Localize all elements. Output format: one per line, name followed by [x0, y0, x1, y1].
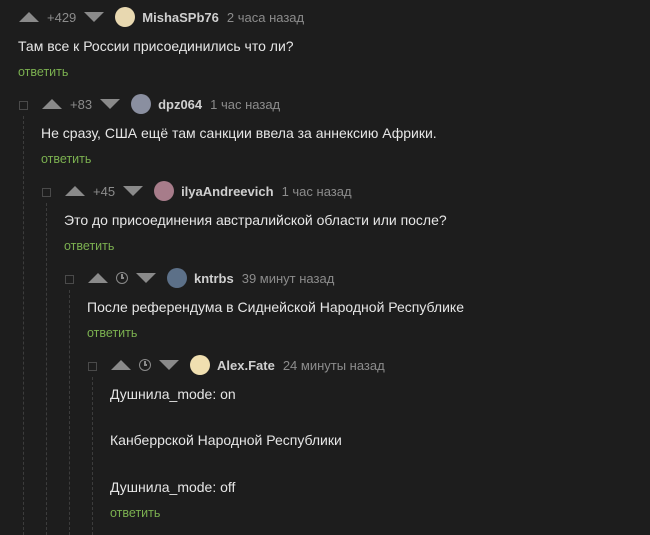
thread-line[interactable]: [23, 116, 25, 535]
collapse-toggle[interactable]: [65, 275, 74, 284]
clock-icon: [139, 359, 151, 371]
comment-rating: +83: [70, 96, 93, 112]
clock-icon: [116, 272, 128, 284]
comment-text-line-3: Душнила_mode: off: [110, 479, 236, 495]
username[interactable]: dpz064: [158, 97, 202, 112]
thread-line[interactable]: [92, 377, 94, 535]
comment-time[interactable]: 1 час назад: [210, 97, 280, 112]
comment-text: После референдума в Сиднейской Народной …: [87, 299, 464, 315]
thread-line[interactable]: [46, 203, 48, 535]
upvote-icon[interactable]: [111, 360, 131, 370]
upvote-icon[interactable]: [42, 99, 62, 109]
upvote-icon[interactable]: [88, 273, 108, 283]
comment-header: +83 dpz064 1 час назад: [42, 94, 280, 114]
reply-link[interactable]: ответить: [110, 506, 160, 520]
comment-text: Это до присоединения австралийской облас…: [64, 212, 447, 228]
avatar[interactable]: [131, 94, 152, 114]
comment-text-line-2: Канберрской Народной Республики: [110, 432, 342, 448]
comment-header: +45 ilyaAndreevich 1 час назад: [65, 181, 352, 201]
collapse-toggle[interactable]: [88, 362, 97, 371]
comment-time[interactable]: 39 минут назад: [242, 271, 335, 286]
comment-header: Alex.Fate 24 минуты назад: [111, 355, 385, 375]
comment-header: kntrbs 39 минут назад: [88, 268, 334, 288]
downvote-icon[interactable]: [100, 99, 121, 109]
comment-time[interactable]: 2 часа назад: [227, 10, 304, 25]
comment-rating: +429: [47, 9, 77, 25]
downvote-icon[interactable]: [123, 186, 144, 196]
thread-line[interactable]: [69, 290, 71, 535]
comment-header: +429 MishaSPb76 2 часа назад: [19, 7, 304, 27]
downvote-icon[interactable]: [84, 12, 105, 22]
avatar[interactable]: [154, 181, 175, 201]
reply-link[interactable]: ответить: [18, 65, 68, 79]
username[interactable]: kntrbs: [194, 271, 234, 286]
reply-link[interactable]: ответить: [87, 326, 137, 340]
upvote-icon[interactable]: [65, 186, 85, 196]
avatar[interactable]: [190, 355, 210, 375]
downvote-icon[interactable]: [136, 273, 156, 283]
comment-text-line-1: Душнила_mode: on: [110, 386, 236, 402]
collapse-toggle[interactable]: [19, 101, 28, 110]
avatar[interactable]: [167, 268, 187, 288]
username[interactable]: ilyaAndreevich: [181, 184, 274, 199]
collapse-toggle[interactable]: [42, 188, 51, 197]
downvote-icon[interactable]: [159, 360, 179, 370]
comment-text: Не сразу, США ещё там санкции ввела за а…: [41, 125, 437, 141]
username[interactable]: MishaSPb76: [142, 10, 219, 25]
username[interactable]: Alex.Fate: [217, 358, 275, 373]
upvote-icon[interactable]: [19, 12, 39, 22]
avatar[interactable]: [115, 7, 136, 27]
reply-link[interactable]: ответить: [41, 152, 91, 166]
comment-text: Там все к России присоединились что ли?: [18, 38, 294, 54]
comment-time[interactable]: 1 час назад: [282, 184, 352, 199]
reply-link[interactable]: ответить: [64, 239, 114, 253]
comment-rating: +45: [93, 183, 116, 199]
comment-time[interactable]: 24 минуты назад: [283, 358, 385, 373]
